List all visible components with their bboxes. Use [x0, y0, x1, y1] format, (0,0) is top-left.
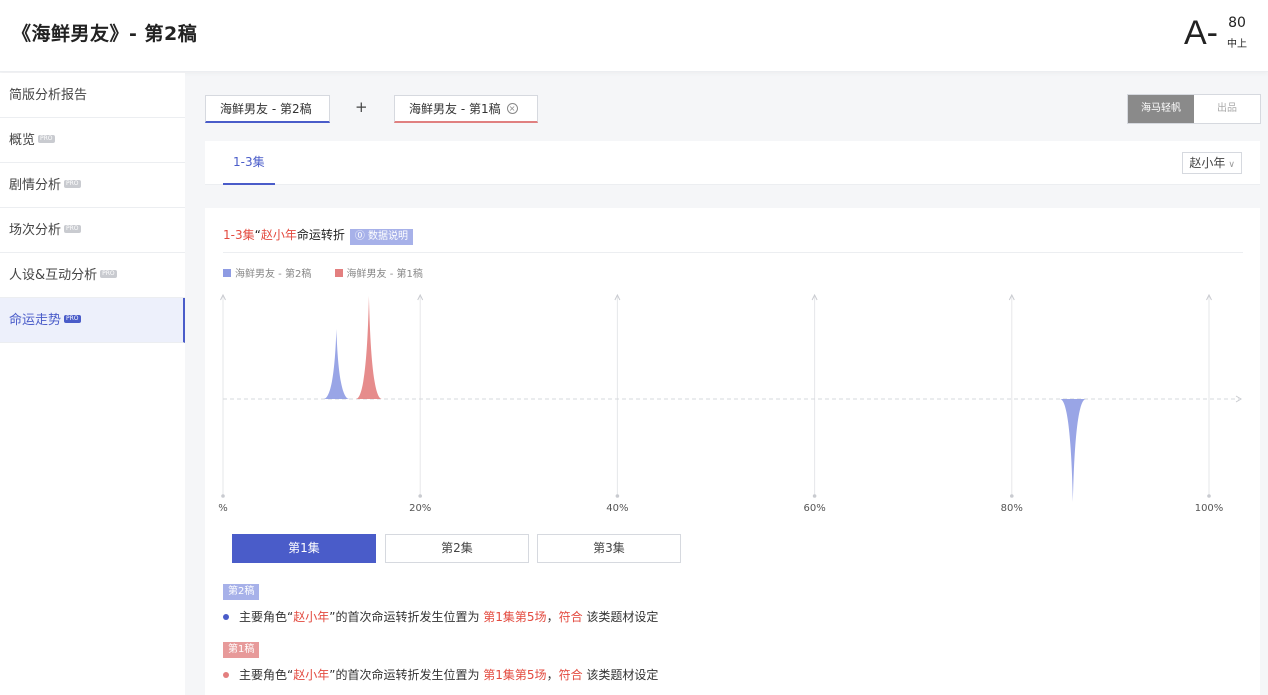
pro-badge: PRO — [38, 135, 55, 143]
sidebar-item-scene-analysis[interactable]: 场次分析 PRO — [0, 208, 185, 253]
episode-button-1[interactable]: 第1集 — [232, 534, 376, 563]
grade-level: 中上 — [1227, 39, 1247, 50]
x-tick-label: 60% — [803, 503, 825, 514]
draft-tab-label: 海鲜男友 - 第2稿 — [220, 102, 312, 116]
x-tick-dot — [1207, 494, 1211, 498]
x-tick-label: 20% — [409, 503, 431, 514]
note-tag-draft-1: 第1稿 — [223, 642, 260, 658]
title-episodes: 1-3集 — [223, 228, 255, 242]
destiny-chart: % 20% 40% 60% 80% 100% — [218, 293, 1242, 514]
sidebar: 简版分析报告 概览 PRO 剧情分析 PRO 场次分析 PRO 人设&互动分析 PRO … — [0, 73, 185, 695]
note-fit: 符合 — [558, 668, 583, 682]
x-tick-label: 40% — [606, 503, 628, 514]
pro-badge: PRO — [64, 180, 81, 188]
note-text: 该类题材设定 — [582, 668, 659, 682]
sidebar-item-label: 简版分析报告 — [9, 88, 88, 103]
x-tick-dot — [615, 494, 620, 498]
x-tick-label: 100% — [1195, 503, 1224, 514]
x-tick-dot — [418, 494, 422, 498]
data-explain-button[interactable]: ⓪ 数据说明 — [349, 229, 414, 245]
x-tick-dot — [1010, 494, 1014, 498]
pro-badge: PRO — [100, 270, 117, 278]
divider — [223, 252, 1243, 253]
sidebar-item-label: 人设&互动分析 — [9, 268, 98, 283]
bullet-dot — [223, 671, 229, 678]
destiny-card: 1-3集“赵小年命运转折 ⓪ 数据说明 海鲜男友 - 第2稿 海鲜男友 - 第1稿… — [205, 208, 1260, 695]
close-icon[interactable]: × — [506, 103, 518, 114]
sidebar-item-overview[interactable]: 概览 PRO — [0, 118, 185, 163]
sidebar-item-label: 命运走势 — [9, 313, 62, 328]
note-position: 第1集第5场 — [483, 668, 547, 682]
mode-option-output[interactable]: 出品 — [1194, 95, 1260, 123]
draft-tab-label: 海鲜男友 - 第1稿 — [409, 102, 501, 116]
character-select[interactable]: 赵小年 ∨ — [1182, 152, 1242, 174]
title-suffix: 命运转折 — [296, 228, 345, 242]
destiny-spike — [1059, 399, 1086, 502]
mode-option-haima[interactable]: 海马轻帆 — [1128, 95, 1194, 123]
grade-letter: A- — [1184, 14, 1218, 52]
title-character: 赵小年 — [260, 228, 297, 242]
sidebar-item-destiny-trend[interactable]: 命运走势 PRO — [0, 298, 185, 343]
legend-item-draft-2[interactable]: 海鲜男友 - 第2稿 — [223, 265, 311, 280]
destiny-spike — [355, 296, 382, 399]
x-tick-dot — [221, 494, 225, 498]
sidebar-item-label: 概览 — [9, 133, 36, 148]
grade-score: 80 — [1228, 15, 1246, 31]
chart-legend: 海鲜男友 - 第2稿 海鲜男友 - 第1稿 — [223, 265, 443, 280]
legend-swatch — [334, 269, 343, 277]
note-character: 赵小年 — [293, 668, 330, 682]
add-draft-button[interactable]: + — [355, 98, 368, 116]
x-tick-dot — [812, 494, 817, 498]
destiny-spike — [323, 328, 350, 399]
mode-toggle: 海马轻帆 出品 — [1127, 94, 1261, 124]
draft-tab-1[interactable]: 海鲜男友 - 第1稿 × — [394, 95, 538, 123]
note-position: 第1集第5场 — [483, 610, 547, 624]
note-line-draft-1: 主要角色“赵小年”的首次命运转折发生位置为 第1集第5场，符合 该类题材设定 — [223, 666, 658, 683]
x-tick-label: 80% — [1001, 503, 1023, 514]
note-text: ”的首次命运转折发生位置为 — [329, 610, 484, 624]
note-text: ， — [546, 610, 559, 624]
note-character: 赵小年 — [293, 610, 330, 624]
draft-tab-2[interactable]: 海鲜男友 - 第2稿 — [205, 95, 330, 123]
note-line-draft-2: 主要角色“赵小年”的首次命运转折发生位置为 第1集第5场，符合 该类题材设定 — [223, 608, 658, 625]
note-text: 主要角色“ — [239, 610, 294, 624]
main-content: 海鲜男友 - 第2稿 + 海鲜男友 - 第1稿 × 海马轻帆 出品 1-3集 赵小… — [185, 73, 1268, 695]
episode-button-2[interactable]: 第2集 — [385, 534, 529, 563]
sidebar-item-character-analysis[interactable]: 人设&互动分析 PRO — [0, 253, 185, 298]
chevron-down-icon: ∨ — [1228, 160, 1235, 170]
x-tick-label: % — [218, 503, 228, 514]
legend-label: 海鲜男友 - 第2稿 — [235, 269, 312, 280]
pro-badge: PRO — [64, 225, 81, 233]
character-select-value: 赵小年 — [1189, 156, 1226, 170]
sidebar-item-plot-analysis[interactable]: 剧情分析 PRO — [0, 163, 185, 208]
legend-swatch — [223, 269, 231, 277]
note-text: 该类题材设定 — [582, 610, 659, 624]
note-fit: 符合 — [558, 610, 583, 624]
legend-item-draft-1[interactable]: 海鲜男友 - 第1稿 — [334, 265, 423, 280]
sidebar-item-label: 场次分析 — [9, 223, 62, 238]
episode-button-3[interactable]: 第3集 — [537, 534, 681, 563]
note-text: 主要角色“ — [239, 668, 294, 682]
note-tag-draft-2: 第2稿 — [223, 584, 260, 600]
episode-tabbar: 1-3集 赵小年 ∨ — [205, 141, 1260, 185]
note-text: ”的首次命运转折发生位置为 — [329, 668, 484, 682]
bullet-dot — [223, 613, 229, 620]
pro-badge: PRO — [64, 315, 81, 323]
legend-label: 海鲜男友 - 第1稿 — [346, 269, 423, 280]
chart-title: 1-3集“赵小年命运转折 ⓪ 数据说明 — [223, 226, 414, 245]
page-header: 《海鲜男友》- 第2稿 A- 80 中上 — [0, 0, 1268, 72]
sidebar-item-brief-report[interactable]: 简版分析报告 — [0, 73, 185, 118]
page-title: 《海鲜男友》- 第2稿 — [12, 23, 198, 45]
note-text: ， — [546, 668, 559, 682]
sidebar-item-label: 剧情分析 — [9, 178, 62, 193]
tab-episodes-1-3[interactable]: 1-3集 — [223, 141, 275, 185]
